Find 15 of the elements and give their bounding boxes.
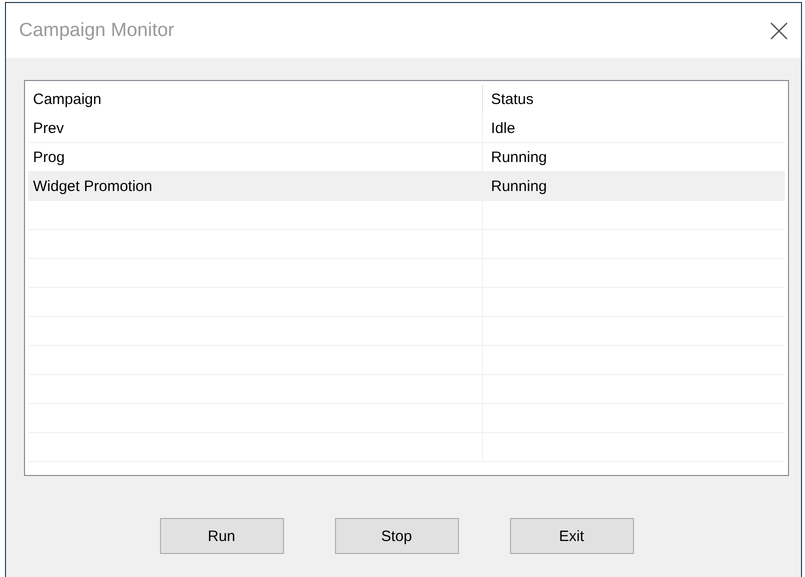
table-cell-text: Running <box>490 148 548 168</box>
table-cell: Prog <box>28 143 483 171</box>
column-header[interactable]: Campaign <box>28 85 483 114</box>
dialog-button[interactable]: Run <box>160 518 284 554</box>
table-row[interactable]: Widget Promotion Running <box>28 172 785 201</box>
dialog-button[interactable]: Exit <box>510 518 634 554</box>
table-row[interactable]: Prev Idle <box>28 114 785 143</box>
dialog-button[interactable]: Stop <box>334 518 458 554</box>
window-title: Campaign Monitor <box>19 20 174 42</box>
table-cell: Prev <box>28 114 483 142</box>
table-cell-text: Running <box>490 176 548 196</box>
column-header[interactable]: Status <box>483 85 785 114</box>
close-icon[interactable] <box>770 22 788 40</box>
table-cell-text: Idle <box>490 118 516 138</box>
table-cell: Widget Promotion <box>28 172 483 200</box>
